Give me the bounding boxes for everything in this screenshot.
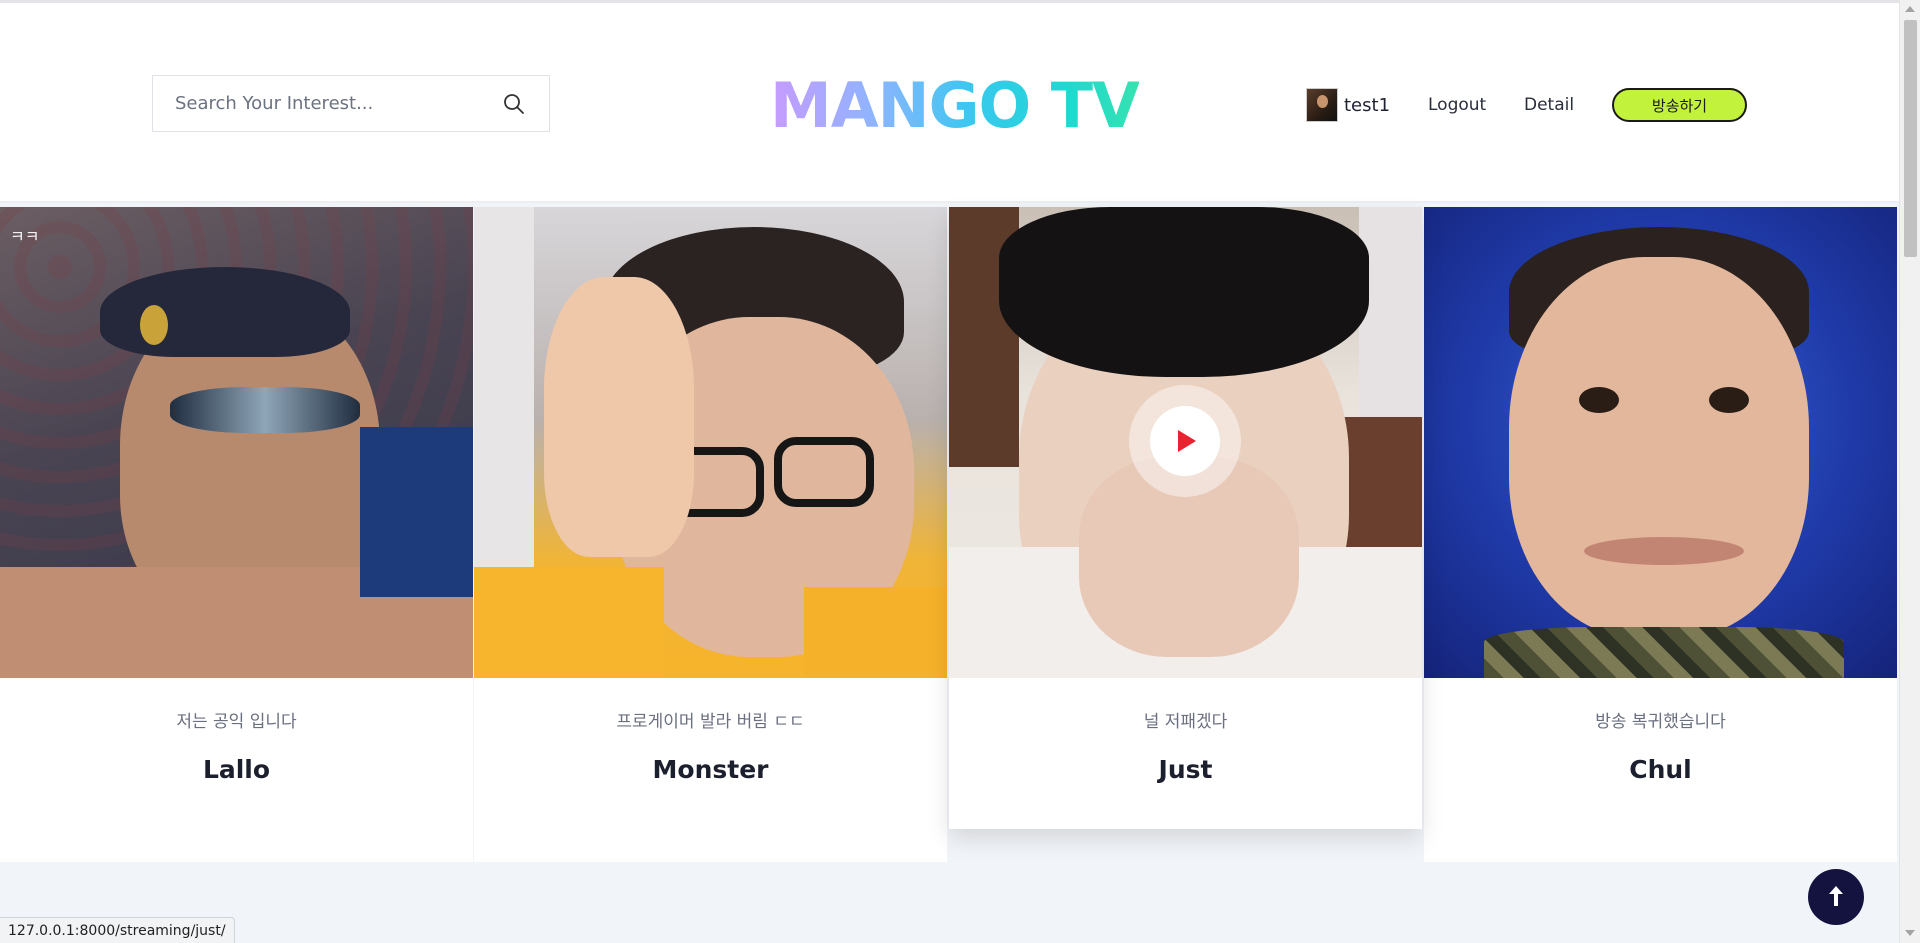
site-logo[interactable]: MANGO TV [770, 71, 1140, 141]
play-icon [1178, 430, 1196, 452]
broadcast-button[interactable]: 방송하기 [1612, 88, 1747, 122]
stream-description: 널 저패겠다 [1143, 712, 1228, 732]
stream-thumbnail[interactable]: ㅋㅋ [0, 207, 473, 678]
stream-card[interactable]: 널 저패겠다 Just [949, 207, 1422, 829]
streamer-name[interactable]: Just [949, 755, 1422, 784]
overlay-text: ㅋㅋ [10, 227, 40, 246]
arrow-up-icon [1829, 886, 1843, 906]
play-button[interactable] [1129, 385, 1241, 497]
search-icon[interactable] [501, 91, 527, 117]
username: test1 [1344, 94, 1391, 116]
stream-description: 방송 복귀했습니다 [1595, 712, 1726, 732]
stream-card[interactable]: 방송 복귀했습니다 Chul [1424, 207, 1897, 862]
stream-thumbnail[interactable] [1424, 207, 1897, 678]
site-header: MANGO TV test1 Logout Detail 방송하기 [0, 3, 1899, 203]
page: MANGO TV test1 Logout Detail 방송하기 ㅋㅋ 저는 … [0, 0, 1899, 943]
stream-card[interactable]: ㅋㅋ 저는 공익 입니다 Lallo [0, 207, 473, 862]
scroll-up-arrow-icon[interactable] [1905, 6, 1915, 12]
streamer-name[interactable]: Chul [1424, 755, 1897, 784]
page-scrollbar[interactable] [1899, 0, 1920, 943]
stream-thumbnail[interactable] [949, 207, 1422, 678]
scroll-to-top-button[interactable] [1808, 869, 1864, 925]
avatar [1306, 88, 1338, 122]
stream-card[interactable]: 프로게이머 발라 버림 ㄷㄷ Monster [474, 207, 947, 862]
stream-description: 프로게이머 발라 버림 ㄷㄷ [616, 712, 805, 732]
user-profile[interactable]: test1 [1306, 87, 1390, 123]
scroll-down-arrow-icon[interactable] [1905, 930, 1915, 936]
search-input[interactable] [175, 93, 501, 114]
detail-link[interactable]: Detail [1524, 95, 1574, 115]
streamer-name[interactable]: Lallo [0, 755, 473, 784]
stream-thumbnail[interactable] [474, 207, 947, 678]
stream-list: ㅋㅋ 저는 공익 입니다 Lallo 프로게이머 발라 버림 ㄷㄷ Monste… [0, 207, 1899, 863]
logout-link[interactable]: Logout [1428, 95, 1486, 115]
streamer-name[interactable]: Monster [474, 755, 947, 784]
status-bar-url: 127.0.0.1:8000/streaming/just/ [0, 917, 235, 943]
stream-description: 저는 공익 입니다 [176, 712, 297, 732]
search-box [152, 75, 550, 132]
scrollbar-thumb[interactable] [1904, 20, 1917, 257]
